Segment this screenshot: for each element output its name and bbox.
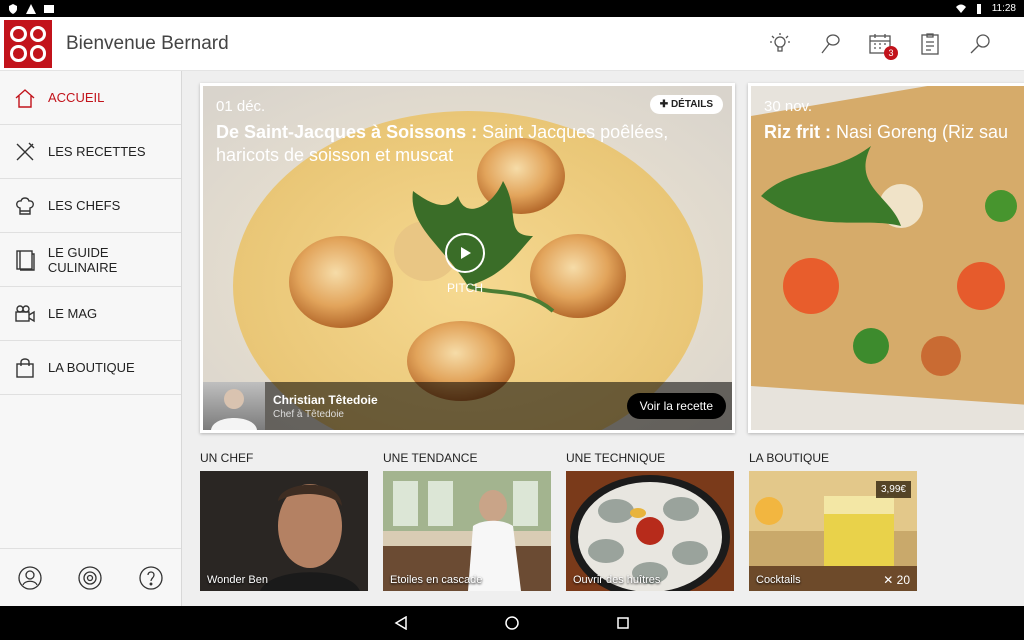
section-chef: UN CHEF Wonder Ben — [200, 451, 368, 591]
sidebar-item-label: ACCUEIL — [48, 90, 105, 105]
clock: 11:28 — [991, 3, 1016, 14]
pitch-label: PITCH — [447, 281, 483, 295]
section-title: LA BOUTIQUE — [749, 451, 830, 465]
sidebar: ACCUEIL LES RECETTES LES CHEFS LE GUIDE … — [0, 71, 182, 606]
featured-card[interactable]: 01 déc. De Saint-Jacques à Soissons : Sa… — [200, 83, 735, 433]
chef-name: Christian Têtedoie — [273, 392, 378, 407]
chef-avatar — [203, 382, 265, 430]
tile-label: Ouvrir des huîtres — [573, 574, 661, 586]
section-tile[interactable]: 3,99€ Cocktails ✕ 20 — [749, 471, 917, 591]
restaurant-image — [383, 471, 551, 591]
app-logo[interactable] — [4, 19, 52, 68]
video-camera-icon — [13, 302, 37, 326]
tile-label: Wonder Ben — [207, 574, 268, 586]
shield-icon — [9, 3, 17, 14]
wifi-icon — [955, 4, 966, 13]
lightbulb-icon[interactable] — [766, 30, 794, 58]
details-label: DÉTAILS — [670, 99, 713, 110]
calendar-icon[interactable]: 3 — [866, 30, 898, 60]
sidebar-item-label: LES RECETTES — [48, 144, 146, 159]
system-navigation-bar — [0, 606, 1024, 640]
recipe-title-rest: Nasi Goreng (Riz sau — [831, 122, 1009, 142]
chef-role: Chef à Têtedoie — [273, 408, 344, 420]
image-icon — [44, 4, 54, 13]
section-boutique: LA BOUTIQUE 3,99€ Cocktails ✕ 20 — [749, 451, 917, 591]
profile-icon[interactable] — [18, 565, 42, 590]
section-technique: UNE TECHNIQUE Ouvrir des huîtres — [566, 451, 734, 591]
status-bar: 11:28 — [0, 0, 1024, 17]
details-button[interactable]: ✚ DÉTAILS — [649, 95, 723, 114]
app-bar: Bienvenue Bernard 3 — [0, 17, 1024, 71]
home-icon — [13, 86, 37, 110]
clipboard-icon[interactable] — [916, 30, 944, 58]
price-tag: 3,99€ — [875, 481, 911, 498]
chef-strip: Christian Têtedoie Chef à Têtedoie Voir … — [203, 382, 732, 430]
recipe-date: 30 nov. — [764, 98, 813, 115]
utensils-icon — [13, 140, 37, 164]
sidebar-item-mag[interactable]: LE MAG — [0, 287, 181, 341]
recipe-title: Riz frit : Nasi Goreng (Riz sau — [764, 121, 1024, 144]
likes-count: ✕ 20 — [883, 573, 910, 587]
sidebar-item-guide[interactable]: LE GUIDE CULINAIRE — [0, 233, 181, 287]
chef-hat-icon — [13, 194, 37, 218]
section-title: UNE TECHNIQUE — [566, 451, 666, 465]
welcome-text: Bienvenue Bernard — [66, 32, 229, 54]
recipe-title: De Saint-Jacques à Soissons : Saint Jacq… — [216, 121, 705, 167]
plus-icon: ✚ — [659, 99, 671, 110]
main-content: 01 déc. De Saint-Jacques à Soissons : Sa… — [182, 71, 1024, 606]
see-recipe-button[interactable]: Voir la recette — [626, 393, 726, 419]
sidebar-item-chefs[interactable]: LES CHEFS — [0, 179, 181, 233]
recipe-title-bold: De Saint-Jacques à Soissons : — [216, 122, 478, 142]
sidebar-item-recettes[interactable]: LES RECETTES — [0, 125, 181, 179]
whisk-icon[interactable] — [816, 30, 844, 58]
tile-label: Cocktails — [756, 574, 801, 586]
sidebar-item-label: LA BOUTIQUE — [48, 360, 135, 375]
oysters-image — [566, 471, 734, 591]
search-icon[interactable] — [966, 30, 994, 58]
section-tile[interactable]: Ouvrir des huîtres — [566, 471, 734, 591]
help-icon[interactable] — [139, 565, 163, 590]
sidebar-item-label: LE MAG — [48, 306, 98, 321]
sidebar-item-label: LES CHEFS — [48, 198, 121, 213]
section-tile[interactable]: Etoiles en cascade — [383, 471, 551, 591]
section-tendance: UNE TENDANCE Etoiles en cascade — [383, 451, 551, 591]
shopping-bag-icon — [13, 356, 37, 380]
settings-icon[interactable] — [78, 565, 103, 590]
back-icon[interactable] — [393, 615, 409, 631]
chef-portrait-image — [200, 471, 368, 591]
section-title: UN CHEF — [200, 451, 254, 465]
section-tile[interactable]: Wonder Ben — [200, 471, 368, 591]
sidebar-item-accueil[interactable]: ACCUEIL — [0, 71, 181, 125]
featured-card[interactable]: 30 nov. Riz frit : Nasi Goreng (Riz sau — [748, 83, 1024, 433]
battery-icon — [976, 3, 981, 14]
calendar-badge: 3 — [884, 45, 898, 60]
tile-label: Etoiles en cascade — [390, 574, 483, 586]
warning-icon — [26, 3, 36, 14]
play-icon — [461, 247, 471, 259]
sidebar-item-label: LE GUIDE CULINAIRE — [47, 244, 118, 275]
likes-value: 20 — [896, 573, 910, 587]
book-icon — [13, 248, 37, 272]
recipe-date: 01 déc. — [216, 98, 266, 115]
recipe-title-bold: Riz frit : — [764, 122, 831, 142]
sidebar-item-boutique[interactable]: LA BOUTIQUE — [0, 341, 181, 395]
utensils-icon: ✕ — [883, 573, 897, 587]
play-button[interactable] — [445, 233, 485, 273]
section-title: UNE TENDANCE — [383, 451, 478, 465]
recents-icon[interactable] — [615, 615, 631, 631]
home-button-icon[interactable] — [504, 615, 520, 631]
